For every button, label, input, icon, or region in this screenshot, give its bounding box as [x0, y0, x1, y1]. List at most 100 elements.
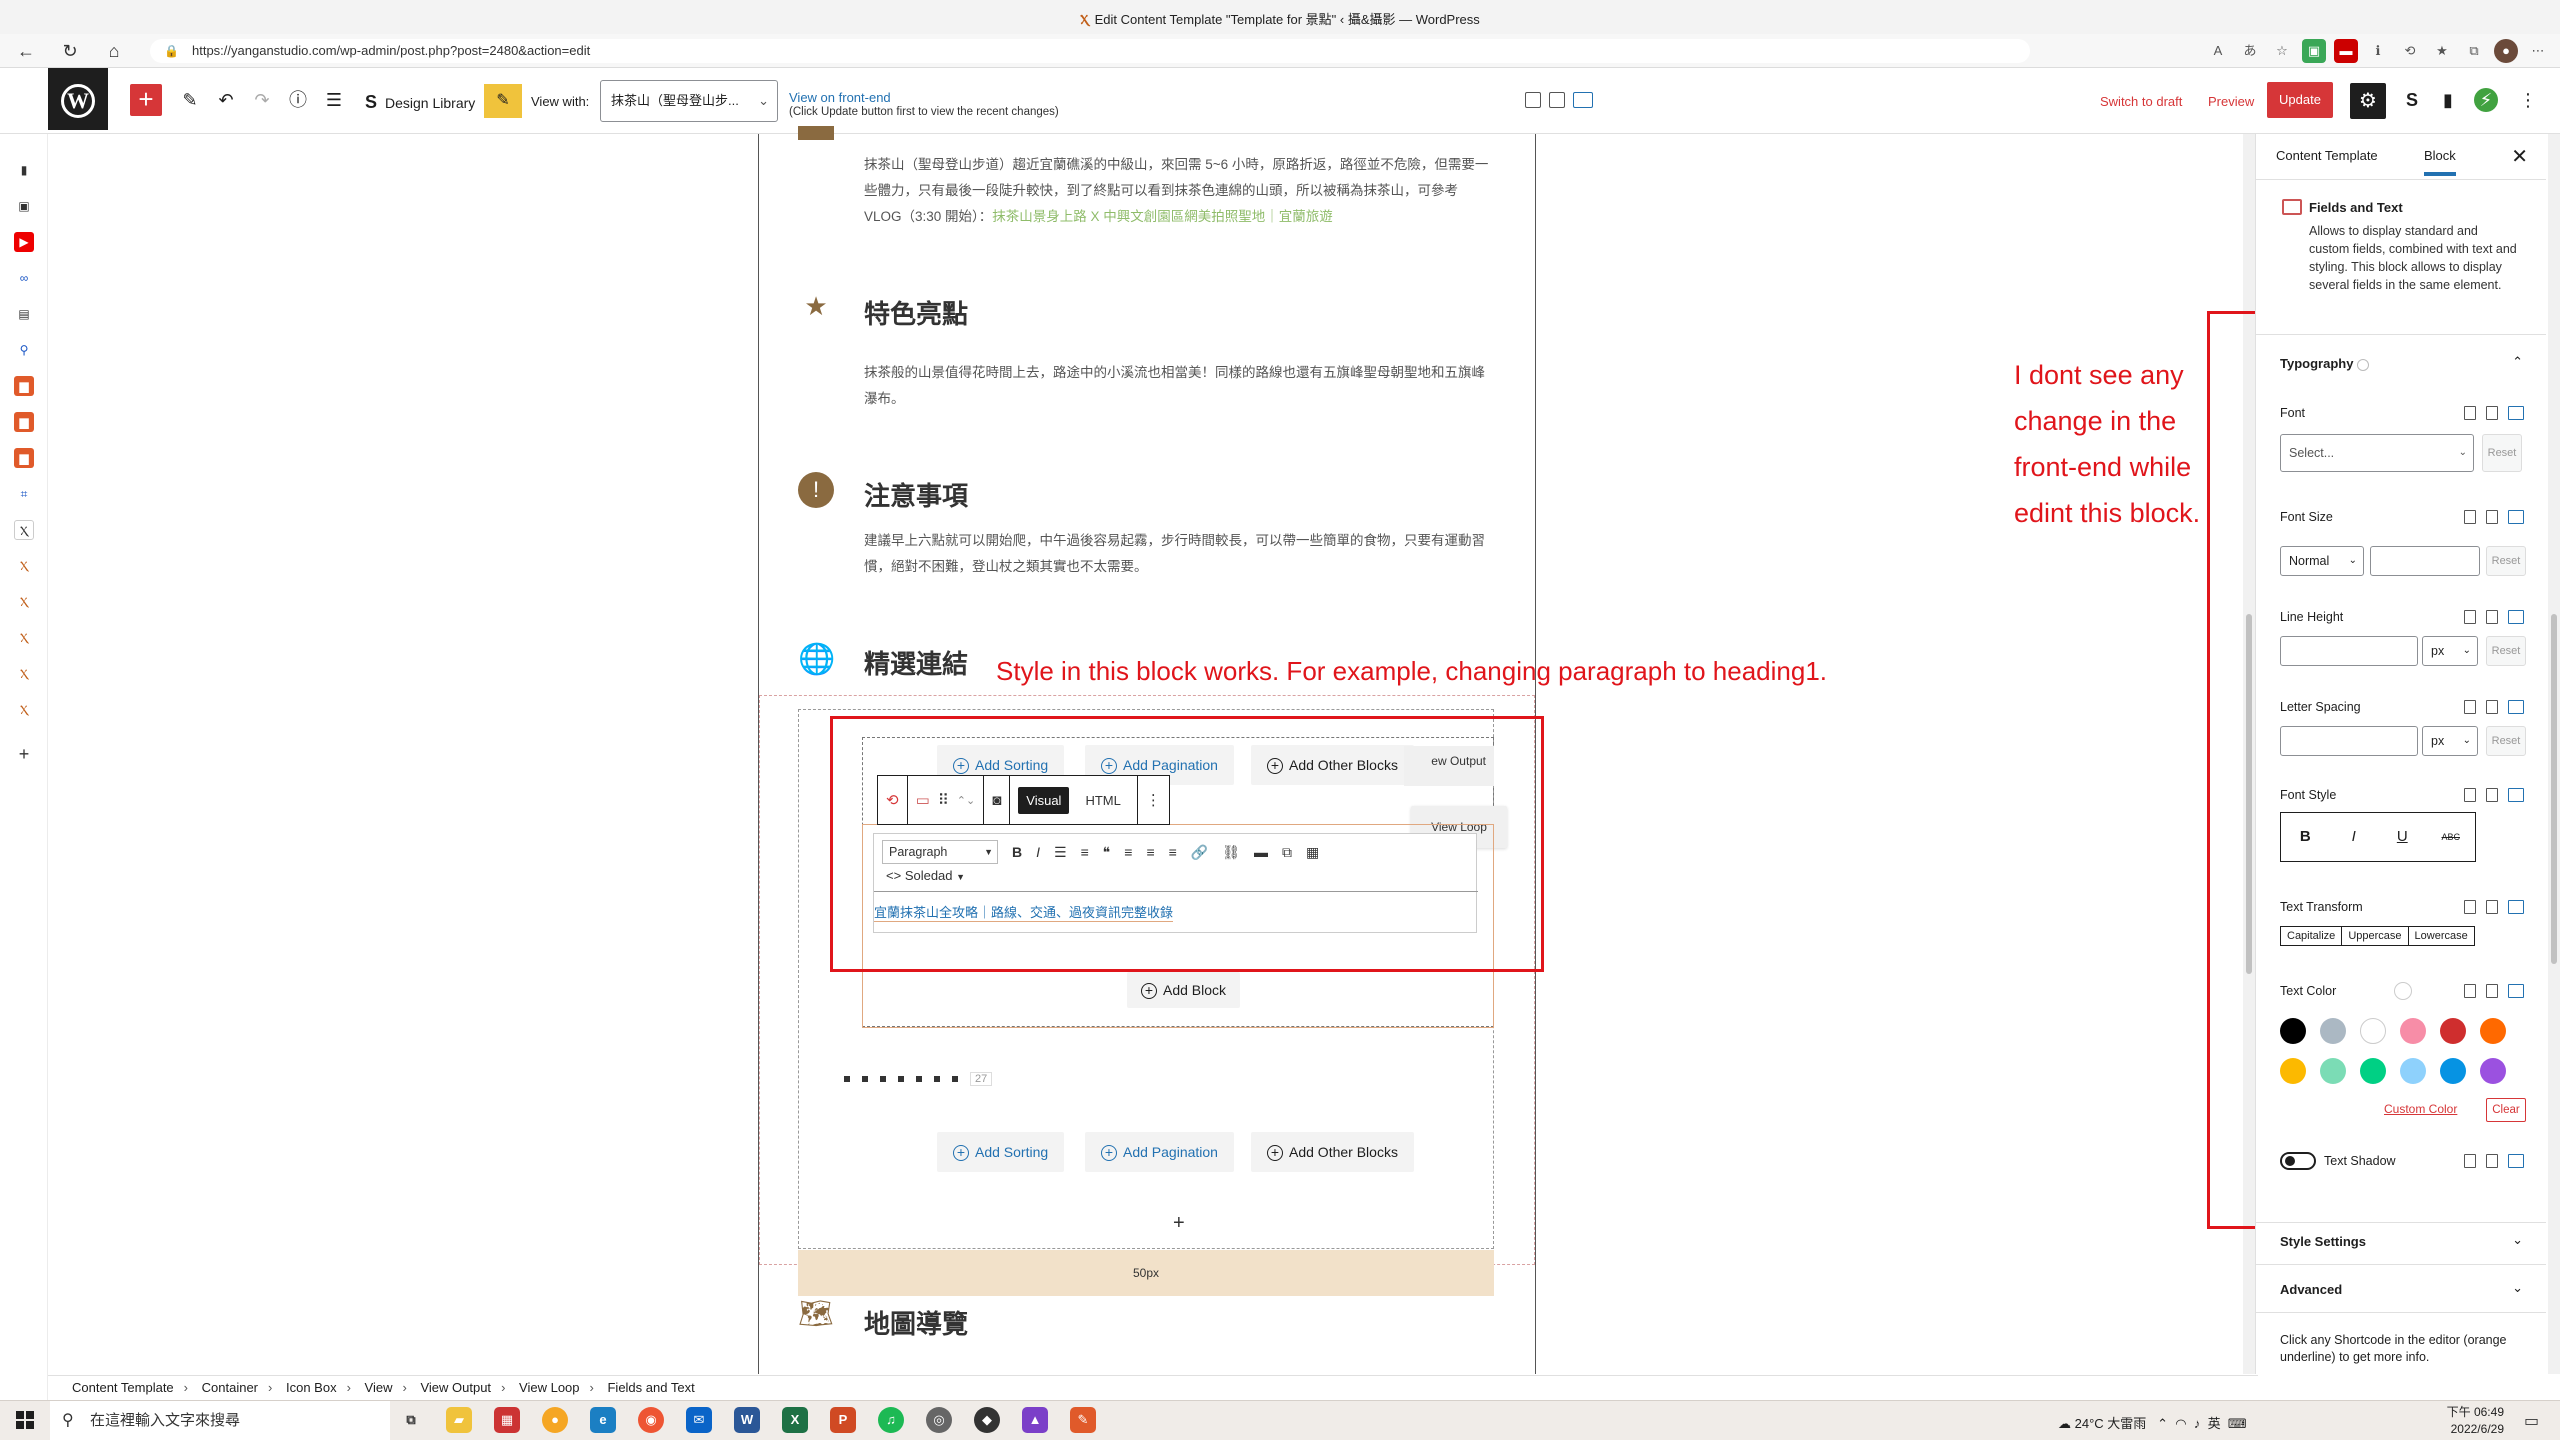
text-shadow-toggle[interactable] — [2280, 1152, 2316, 1170]
mobile-icon[interactable] — [2464, 406, 2476, 420]
help-icon[interactable] — [2357, 358, 2370, 371]
pin-icon[interactable]: ✎ — [484, 84, 522, 118]
taskbar-search-input[interactable]: ⚲ 在這裡輸入文字來搜尋 — [50, 1401, 390, 1440]
volume-icon[interactable]: ♪ — [2194, 1416, 2201, 1431]
windows-start-icon[interactable] — [16, 1411, 34, 1429]
color-swatch[interactable] — [2360, 1018, 2386, 1044]
list-view-icon[interactable]: ☰ — [320, 86, 348, 114]
intro-paragraph[interactable]: 抹茶山（聖母登山步道）趨近宜蘭礁溪的中級山，來回需 5~6 小時，原路折返，路徑… — [864, 152, 1494, 230]
site-icon[interactable]: Ⲭ — [14, 592, 34, 612]
site-icon[interactable]: Ⲭ — [14, 700, 34, 720]
breadcrumb-item[interactable]: View Loop — [519, 1380, 579, 1395]
section-paragraph[interactable]: 抹茶般的山景值得花時間上去，路途中的小溪流也相當美！同樣的路線也還有五旗峰聖母朝… — [864, 360, 1494, 412]
breadcrumb-item[interactable]: Container — [202, 1380, 258, 1395]
extension-icon[interactable]: ⟲ — [2398, 39, 2422, 63]
mobile-icon[interactable] — [2464, 1154, 2476, 1168]
mobile-icon[interactable] — [2464, 700, 2476, 714]
strikethrough-icon[interactable]: ABC — [2427, 813, 2476, 861]
weather-icon[interactable]: ☁ — [2058, 1416, 2071, 1431]
color-swatch[interactable] — [2480, 1018, 2506, 1044]
chevron-down-icon[interactable]: ⌄ — [2512, 1232, 2523, 1248]
font-size-input[interactable] — [2370, 546, 2480, 576]
pencil-icon[interactable]: ✎ — [176, 86, 204, 114]
desktop-icon[interactable] — [2508, 984, 2524, 998]
more-icon[interactable]: ⋯ — [2526, 39, 2550, 63]
chrome-icon[interactable]: ◉ — [638, 1407, 664, 1433]
bold-icon[interactable]: B — [2281, 813, 2330, 861]
app-icon[interactable]: ✎ — [1070, 1407, 1096, 1433]
settings-gear-icon[interactable]: ⚙ — [2350, 83, 2386, 119]
site-icon[interactable]: Ⲭ — [14, 628, 34, 648]
color-swatch[interactable] — [2280, 1018, 2306, 1044]
chevron-up-icon[interactable]: ⌃ — [2157, 1416, 2168, 1431]
lowercase-button[interactable]: Lowercase — [2407, 926, 2475, 946]
tablet-icon[interactable] — [2486, 1154, 2498, 1168]
notification-icon[interactable]: ▭ — [2524, 1411, 2539, 1431]
breadcrumb-item[interactable]: View — [365, 1380, 393, 1395]
color-swatch[interactable] — [2400, 1058, 2426, 1084]
tab-content-template[interactable]: Content Template — [2276, 148, 2378, 163]
view-front-end-link[interactable]: View on front-end — [789, 90, 891, 105]
scrollbar-thumb[interactable] — [2551, 614, 2557, 964]
weather-text[interactable]: 24°C 大雷雨 — [2075, 1416, 2147, 1431]
line-height-reset-button[interactable]: Reset — [2486, 636, 2526, 666]
bag-icon[interactable]: ▆ — [14, 376, 34, 396]
font-select[interactable]: Select... ⌄ — [2280, 434, 2474, 472]
clipboard-icon[interactable]: ▮ — [2434, 86, 2462, 114]
chevron-up-icon[interactable]: ⌃ — [2512, 354, 2523, 370]
mobile-icon[interactable] — [2464, 610, 2476, 624]
color-swatch[interactable] — [2400, 1018, 2426, 1044]
capitalize-button[interactable]: Capitalize — [2280, 926, 2343, 946]
letter-spacing-reset-button[interactable]: Reset — [2486, 726, 2526, 756]
color-swatch[interactable] — [2480, 1058, 2506, 1084]
ime-indicator[interactable]: 英 — [2208, 1416, 2221, 1431]
mini-icon[interactable] — [844, 1076, 850, 1082]
stackable-icon[interactable]: S — [2398, 86, 2426, 114]
add-other-blocks-button[interactable]: + Add Other Blocks — [1251, 1132, 1414, 1172]
app-icon[interactable]: ◎ — [926, 1407, 952, 1433]
site-icon[interactable]: Ⲭ — [14, 664, 34, 684]
word-icon[interactable]: W — [734, 1407, 760, 1433]
redo-icon[interactable]: ↷ — [248, 86, 276, 114]
site-icon[interactable]: Ⲭ — [14, 556, 34, 576]
add-icon[interactable]: + — [14, 744, 34, 764]
desktop-icon[interactable] — [2508, 700, 2524, 714]
color-swatch[interactable] — [2440, 1058, 2466, 1084]
letter-spacing-unit-select[interactable]: px ⌄ — [2422, 726, 2478, 756]
font-reset-button[interactable]: Reset — [2482, 434, 2522, 472]
read-aloud-icon[interactable]: A — [2206, 39, 2230, 63]
excel-icon[interactable]: X — [782, 1407, 808, 1433]
add-pagination-button[interactable]: + Add Pagination — [1085, 1132, 1234, 1172]
desktop-icon[interactable] — [2508, 900, 2524, 914]
tablet-icon[interactable] — [2486, 788, 2498, 802]
uppercase-button[interactable]: Uppercase — [2341, 926, 2409, 946]
color-swatch[interactable] — [2360, 1058, 2386, 1084]
mail-icon[interactable]: ✉ — [686, 1407, 712, 1433]
desktop-icon[interactable] — [1573, 92, 1593, 108]
mini-icon[interactable] — [898, 1076, 904, 1082]
app-icon[interactable]: ● — [542, 1407, 568, 1433]
collections-icon[interactable]: ⧉ — [2462, 39, 2486, 63]
powerpoint-icon[interactable]: P — [830, 1407, 856, 1433]
mobile-icon[interactable] — [2464, 984, 2476, 998]
desktop-icon[interactable] — [2508, 788, 2524, 802]
task-view-icon[interactable]: ⧉ — [398, 1407, 424, 1433]
url-input[interactable]: 🔒 https://yanganstudio.com/wp-admin/post.… — [150, 39, 2030, 63]
letter-spacing-input[interactable] — [2280, 726, 2418, 756]
add-inner-block-icon[interactable]: + — [1173, 1212, 1185, 1235]
mini-icon[interactable] — [916, 1076, 922, 1082]
desktop-icon[interactable] — [2508, 610, 2524, 624]
news-icon[interactable]: ▣ — [14, 196, 34, 216]
home-icon[interactable]: ⌂ — [102, 40, 126, 62]
update-button[interactable]: Update — [2267, 82, 2333, 118]
keyboard-icon[interactable]: ⌨ — [2228, 1416, 2247, 1431]
search-icon[interactable]: ⚲ — [14, 340, 34, 360]
options-icon[interactable]: ⋮ — [2514, 86, 2542, 114]
spacer-block[interactable]: 50px — [798, 1250, 1494, 1296]
favorites-icon[interactable]: ★ — [2430, 39, 2454, 63]
color-swatch[interactable] — [2440, 1018, 2466, 1044]
favorite-add-icon[interactable]: ☆ — [2270, 39, 2294, 63]
tablet-icon[interactable] — [2486, 700, 2498, 714]
custom-color-link[interactable]: Custom Color — [2384, 1102, 2457, 1116]
info-icon[interactable]: ⓘ — [284, 86, 312, 114]
